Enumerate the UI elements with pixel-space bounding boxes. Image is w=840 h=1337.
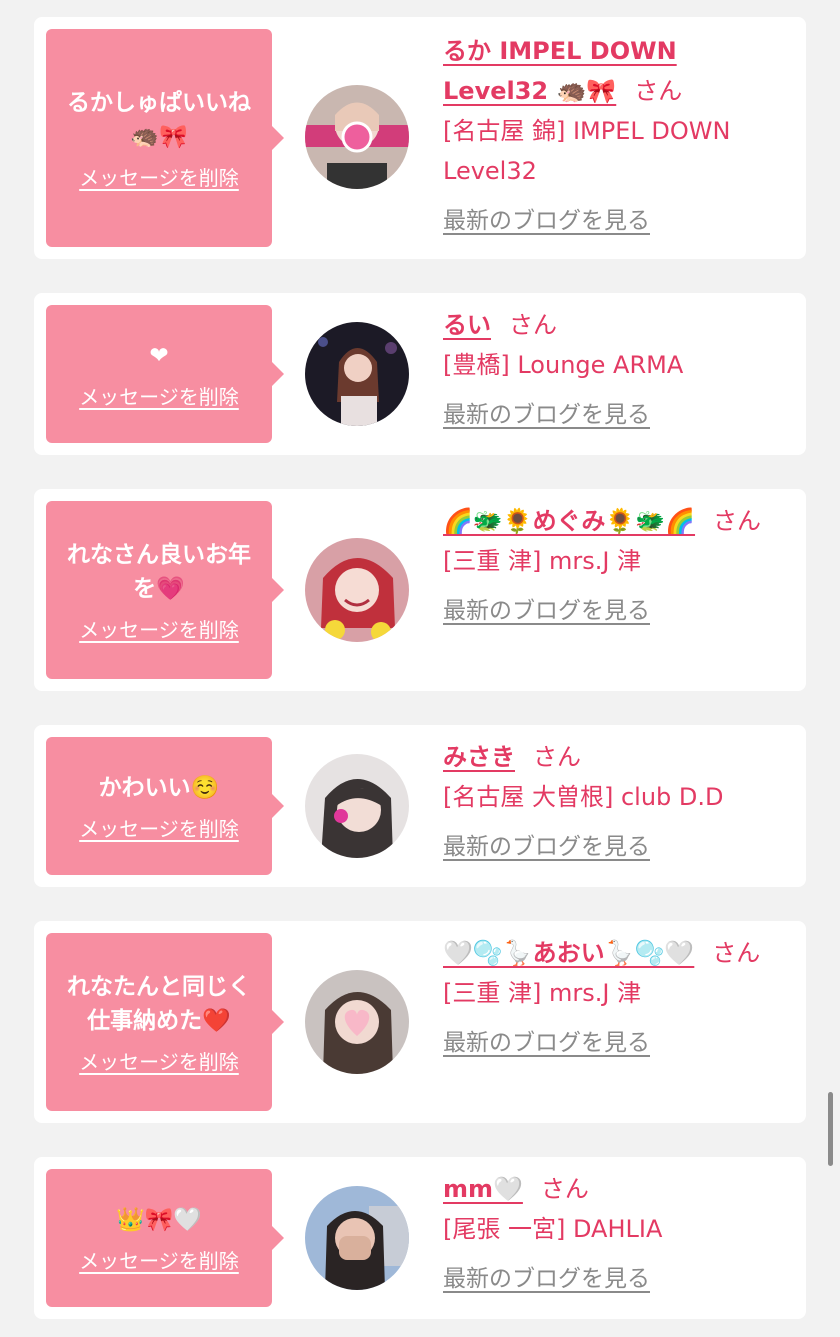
avatar[interactable]	[305, 970, 409, 1074]
sender-info: mm🤍 さん [尾張 一宮] DAHLIA 最新のブログを見る	[443, 1169, 790, 1299]
message-text: 👑🎀🤍	[116, 1206, 202, 1233]
latest-blog-link[interactable]: 最新のブログを見る	[443, 827, 650, 867]
delete-message-link[interactable]: メッセージを削除	[79, 813, 239, 842]
shop-label: [名古屋 大曽根] club D.D	[443, 783, 724, 811]
sender-info: るい さん [豊橋] Lounge ARMA 最新のブログを見る	[443, 305, 790, 435]
shop-label: [三重 津] mrs.J 津	[443, 979, 642, 1007]
latest-blog-link[interactable]: 最新のブログを見る	[443, 591, 650, 631]
message-text: れなたんと同じく 仕事納めた❤️	[67, 973, 251, 1034]
delete-message-link[interactable]: メッセージを削除	[79, 1245, 239, 1274]
sender-info: みさき さん [名古屋 大曽根] club D.D 最新のブログを見る	[443, 737, 790, 867]
scrollbar[interactable]	[828, 1092, 833, 1166]
honorific: さん	[509, 311, 557, 339]
shop-label: [名古屋 錦] IMPEL DOWN Level32	[443, 117, 731, 185]
message-card: るかしゅぱいいね 🦔🎀 メッセージを削除 るか IMPEL DOWN Level…	[34, 17, 806, 259]
sender-info: 🌈🐲🌻めぐみ🌻🐲🌈 さん [三重 津] mrs.J 津 最新のブログを見る	[443, 501, 790, 631]
latest-blog-link[interactable]: 最新のブログを見る	[443, 201, 650, 241]
sender-name-link[interactable]: mm🤍	[443, 1175, 523, 1203]
avatar[interactable]	[305, 754, 409, 858]
sender-name-link[interactable]: 🤍🫧🪿あおい🪿🫧🤍	[443, 939, 694, 967]
shop-label: [尾張 一宮] DAHLIA	[443, 1215, 663, 1243]
message-card: れなたんと同じく 仕事納めた❤️ メッセージを削除 🤍🫧🪿あおい🪿🫧🤍 さん [三…	[34, 921, 806, 1123]
shop-label: [豊橋] Lounge ARMA	[443, 351, 684, 379]
avatar[interactable]	[305, 538, 409, 642]
shop-label: [三重 津] mrs.J 津	[443, 547, 642, 575]
avatar[interactable]	[305, 1186, 409, 1290]
sender-info: 🤍🫧🪿あおい🪿🫧🤍 さん [三重 津] mrs.J 津 最新のブログを見る	[443, 933, 790, 1063]
sender-name-link[interactable]: るい	[443, 311, 491, 339]
latest-blog-link[interactable]: 最新のブログを見る	[443, 1259, 650, 1299]
honorific: さん	[713, 507, 762, 535]
message-bubble: れなさん良いお年 を💗 メッセージを削除	[46, 501, 284, 679]
avatar[interactable]	[305, 85, 409, 189]
message-text: かわいい☺️	[98, 774, 220, 801]
honorific: さん	[634, 77, 683, 105]
delete-message-link[interactable]: メッセージを削除	[79, 381, 239, 410]
message-bubble: ❤ メッセージを削除	[46, 305, 284, 443]
latest-blog-link[interactable]: 最新のブログを見る	[443, 395, 650, 435]
delete-message-link[interactable]: メッセージを削除	[79, 614, 239, 643]
message-card: かわいい☺️ メッセージを削除 みさき さん [名古屋 大曽根] club D.D…	[34, 725, 806, 887]
sender-name-link[interactable]: みさき	[443, 743, 515, 771]
sender-name-link[interactable]: 🌈🐲🌻めぐみ🌻🐲🌈	[443, 507, 695, 535]
avatar[interactable]	[305, 322, 409, 426]
message-text: ❤	[149, 342, 169, 369]
sender-info: るか IMPEL DOWN Level32 🦔🎀 さん [名古屋 錦] IMPEL…	[443, 31, 790, 241]
message-card: ❤ メッセージを削除 るい さん [豊橋] Lounge ARMA 最新のブログを…	[34, 293, 806, 455]
message-text: れなさん良いお年 を💗	[67, 541, 251, 602]
latest-blog-link[interactable]: 最新のブログを見る	[443, 1023, 650, 1063]
message-bubble: 👑🎀🤍 メッセージを削除	[46, 1169, 284, 1307]
honorific: さん	[712, 939, 761, 967]
honorific: さん	[533, 743, 581, 771]
message-card: れなさん良いお年 を💗 メッセージを削除 🌈🐲🌻めぐみ🌻🐲🌈 さん [三重 津] …	[34, 489, 806, 691]
honorific: さん	[540, 1175, 589, 1203]
message-bubble: れなたんと同じく 仕事納めた❤️ メッセージを削除	[46, 933, 284, 1111]
message-bubble: るかしゅぱいいね 🦔🎀 メッセージを削除	[46, 29, 284, 247]
message-card: 👑🎀🤍 メッセージを削除 mm🤍 さん [尾張 一宮] DAHLIA 最新のブログ…	[34, 1157, 806, 1319]
delete-message-link[interactable]: メッセージを削除	[79, 162, 239, 191]
message-bubble: かわいい☺️ メッセージを削除	[46, 737, 284, 875]
delete-message-link[interactable]: メッセージを削除	[79, 1046, 239, 1075]
message-text: るかしゅぱいいね 🦔🎀	[67, 89, 251, 150]
